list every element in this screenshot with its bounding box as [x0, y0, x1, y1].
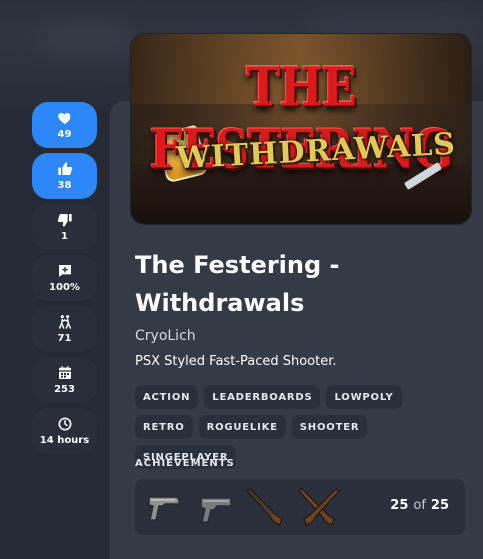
tag-action[interactable]: ACTION — [135, 385, 199, 409]
date-value: 253 — [54, 384, 75, 395]
dislike-count: 1 — [61, 231, 68, 242]
date-button[interactable]: 253 — [32, 357, 97, 403]
game-title: The Festering - Withdrawals — [135, 251, 340, 317]
pistol-icon — [148, 496, 180, 521]
achievements-total: 25 — [430, 498, 449, 513]
rating-button[interactable]: 100% — [32, 255, 97, 301]
tag-roguelike[interactable]: ROGUELIKE — [198, 415, 286, 439]
achievements-unlocked: 25 — [390, 498, 409, 513]
handgun-icon — [200, 497, 232, 523]
comment-plus-icon — [58, 265, 71, 277]
achievements-of: of — [413, 498, 426, 513]
playtime-value: 14 hours — [39, 435, 90, 446]
developer-link[interactable]: CryoLich — [135, 328, 196, 344]
clock-icon — [58, 417, 71, 431]
thumbs-up-icon — [57, 162, 72, 175]
game-tagline: PSX Styled Fast-Paced Shooter. — [135, 354, 337, 369]
rifle-icon — [246, 488, 283, 526]
players-icon — [58, 315, 71, 329]
players-count: 71 — [57, 333, 72, 344]
thumbs-down-icon — [57, 214, 72, 227]
game-cover-image[interactable]: THE FESTERING WITHDRAWALS — [131, 34, 471, 224]
achievements-box[interactable]: 25 of 25 — [135, 479, 465, 535]
favorite-count: 49 — [57, 129, 72, 140]
tag-shooter[interactable]: SHOOTER — [291, 415, 368, 439]
dislike-button[interactable]: 1 — [32, 204, 97, 250]
achievements-heading: ACHIEVEMENTS — [135, 458, 235, 469]
tag-lowpoly[interactable]: LOWPOLY — [326, 385, 402, 409]
achievements-count: 25 of 25 — [390, 498, 449, 513]
rating-percent: 100% — [49, 282, 80, 293]
players-button[interactable]: 71 — [32, 306, 97, 352]
crossed-rifles-icon — [298, 488, 340, 526]
tag-leaderboards[interactable]: LEADERBOARDS — [204, 385, 321, 409]
favorite-button[interactable]: 49 — [32, 102, 97, 148]
like-count: 38 — [57, 180, 72, 191]
tag-list: ACTION LEADERBOARDS LOWPOLY RETRO ROGUEL… — [135, 385, 455, 469]
tag-retro[interactable]: RETRO — [135, 415, 193, 439]
heart-icon — [57, 113, 70, 124]
playtime-button[interactable]: 14 hours — [32, 408, 97, 454]
like-button[interactable]: 38 — [32, 153, 97, 199]
calendar-icon — [58, 366, 71, 379]
